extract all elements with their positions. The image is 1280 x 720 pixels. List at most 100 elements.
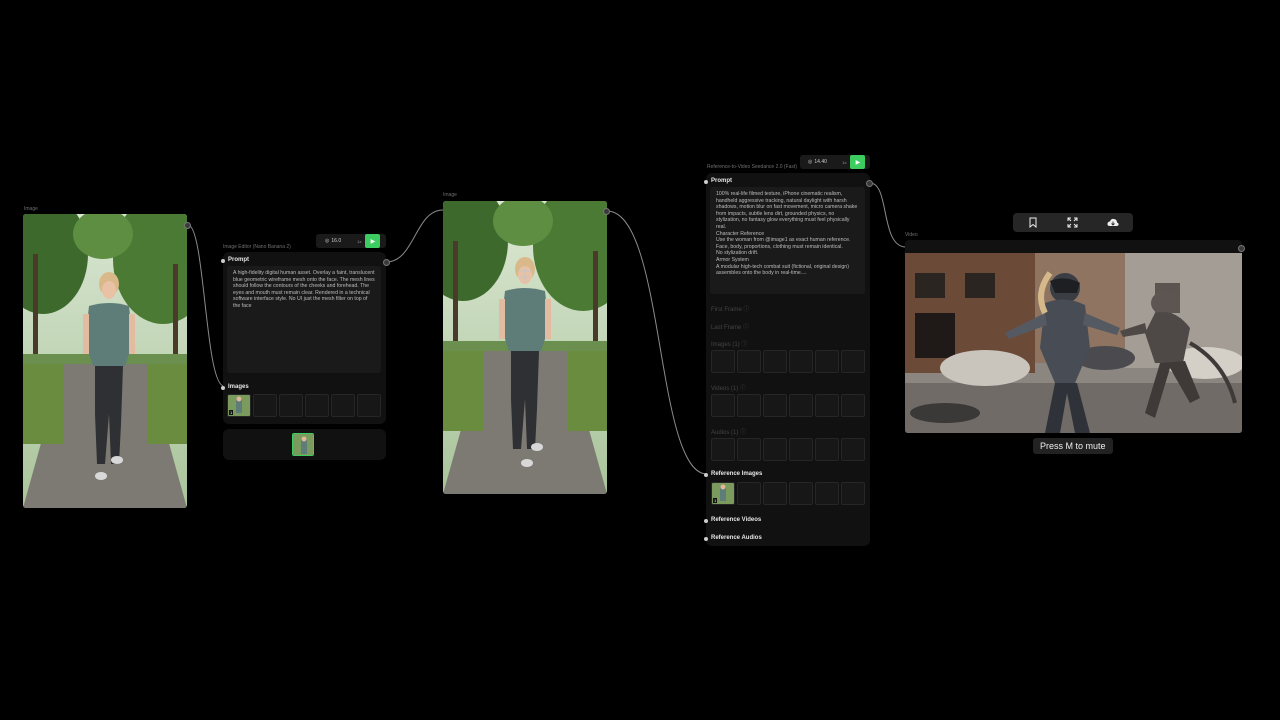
editor-output-thumbnail[interactable] [292,433,314,456]
reference-image-slot-2[interactable] [737,482,761,505]
output-thumbnail-image [293,434,313,455]
image-slot-1[interactable]: 1 [227,394,251,417]
group1-slot-2[interactable] [737,350,761,373]
woman-walking-photo [23,214,187,508]
image-slot-4[interactable] [305,394,329,417]
node-label-image-3: Image [443,192,457,198]
r2v-run-button[interactable]: ▶ [850,155,866,169]
group1-slot-6[interactable] [841,350,865,373]
output-port-image-3[interactable] [603,208,610,215]
group3-slot-2[interactable] [737,438,761,461]
r2v-prompt-textarea[interactable]: 100% real-life filmed texture, iPhone ci… [710,187,865,294]
editor-prompt-textarea[interactable]: A high-fidelity digital human asset. Ove… [227,266,381,373]
bookmark-icon[interactable] [1028,217,1038,228]
node-label-video: Video [905,232,918,238]
image-slot-6[interactable] [357,394,381,417]
group2-slot-1[interactable] [711,394,735,417]
node-label-image-editor: Image Editor (Nano Banana 2) [223,244,291,250]
mute-tooltip: Press M to mute [1033,438,1113,454]
reference-image-slot-1[interactable]: 1 [711,482,735,505]
group1-slot-4[interactable] [789,350,813,373]
credits-icon: ◎ [325,238,330,244]
group3-slot-1[interactable] [711,438,735,461]
editor-run-stepper[interactable]: 1x [353,239,365,244]
editor-output-strip [223,429,386,460]
reference-audios-input-port[interactable] [704,537,708,541]
video-player[interactable] [905,253,1242,433]
info-icon: ⓘ [741,342,748,348]
output-port-reference-to-video[interactable] [866,180,873,187]
ref-group-3-text: Audios (1) [711,430,739,436]
thumb-badge: 1 [229,410,234,415]
reference-to-video-node: Prompt 100% real-life filmed texture, iP… [704,173,870,546]
editor-credits: 16.0 [331,238,342,244]
info-icon: ⓘ [743,307,750,313]
info-icon: ⓘ [740,430,747,436]
ref-group-1-label: Images (1) ⓘ [711,339,747,348]
group2-slot-3[interactable] [763,394,787,417]
video-input-port[interactable] [1238,245,1245,252]
last-frame-text: Last Frame [711,325,742,331]
node-label-image-1: Image [24,206,38,212]
group3-slot-6[interactable] [841,438,865,461]
first-frame-label: First Frame ⓘ [711,304,749,313]
reference-image-slot-3[interactable] [763,482,787,505]
woman-walking-photo-edited [443,201,607,494]
group2-slot-6[interactable] [841,394,865,417]
video-node-header [905,240,1242,253]
group3-slot-5[interactable] [815,438,839,461]
group1-slot-3[interactable] [763,350,787,373]
output-port-image-1[interactable] [184,222,191,229]
prompt-section-label: Prompt [711,178,732,184]
reference-videos-label: Reference Videos [711,517,762,523]
last-frame-label: Last Frame ⓘ [711,322,749,331]
play-icon: ▶ [370,238,376,245]
credits-icon: ◎ [808,159,813,165]
output-port-image-editor[interactable] [383,259,390,266]
image-slot-3[interactable] [279,394,303,417]
r2v-run-stepper[interactable]: 1x [838,160,850,165]
group2-slot-4[interactable] [789,394,813,417]
ref-group-2-text: Videos (1) [711,386,739,392]
images-input-port[interactable] [221,386,225,390]
group3-slot-3[interactable] [763,438,787,461]
combat-scene-video-frame [905,253,1242,433]
image-node-1[interactable] [23,214,187,508]
cloud-download-icon[interactable] [1106,218,1119,228]
reference-image-slot-4[interactable] [789,482,813,505]
editor-run-bar: ◎ 16.0 1x ▶ [316,234,386,248]
thumb-badge: 1 [713,498,718,503]
image-slot-5[interactable] [331,394,355,417]
first-frame-text: First Frame [711,307,742,313]
prompt-input-port[interactable] [704,180,708,184]
reference-videos-input-port[interactable] [704,519,708,523]
reference-image-slot-6[interactable] [841,482,865,505]
video-toolbar [1013,213,1133,232]
image-slot-2[interactable] [253,394,277,417]
image-editor-node: Prompt A high-fidelity digital human ass… [221,252,386,424]
fullscreen-icon[interactable] [1067,217,1078,228]
group1-slot-1[interactable] [711,350,735,373]
node-label-reference-to-video: Reference-to-Video Seedance 2.0 (Fast) [707,164,797,170]
r2v-run-bar: ◎ 14.40 1x ▶ [800,155,870,169]
editor-run-button[interactable]: ▶ [365,234,381,248]
reference-images-input-port[interactable] [704,473,708,477]
reference-images-label: Reference Images [711,471,763,477]
ref-group-1-text: Images (1) [711,342,740,348]
group3-slot-4[interactable] [789,438,813,461]
images-section-label: Images [228,384,249,390]
ref-group-2-label: Videos (1) ⓘ [711,383,746,392]
reference-image-slot-5[interactable] [815,482,839,505]
image-node-3[interactable] [443,201,607,494]
info-icon: ⓘ [743,325,750,331]
ref-group-3-label: Audios (1) ⓘ [711,427,746,436]
prompt-input-port[interactable] [221,259,225,263]
group2-slot-2[interactable] [737,394,761,417]
group1-slot-5[interactable] [815,350,839,373]
info-icon: ⓘ [739,386,746,392]
group2-slot-5[interactable] [815,394,839,417]
prompt-section-label: Prompt [228,257,249,263]
play-icon: ▶ [855,159,861,166]
reference-audios-label: Reference Audios [711,535,762,541]
r2v-credits: 14.40 [814,159,827,165]
